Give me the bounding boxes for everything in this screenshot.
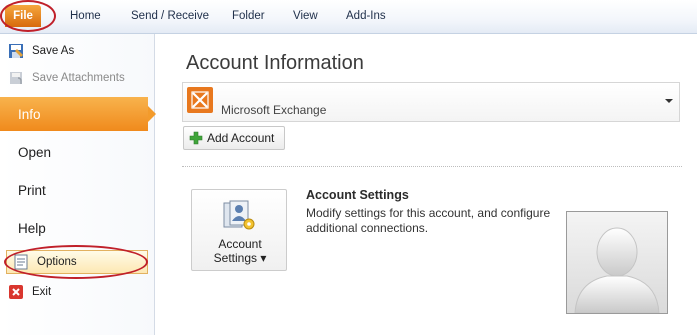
- account-selector[interactable]: Microsoft Exchange: [182, 82, 680, 122]
- account-settings-icon: [222, 200, 256, 232]
- nav-tab-print[interactable]: Print: [0, 173, 155, 207]
- nav-tab-info[interactable]: Info: [0, 97, 156, 131]
- nav-tab-help[interactable]: Help: [0, 211, 155, 245]
- account-settings-description: Modify settings for this account, and co…: [306, 206, 551, 235]
- account-selector-value: Microsoft Exchange: [221, 103, 327, 117]
- dropdown-arrow-icon[interactable]: [665, 99, 673, 103]
- add-account-label: Add Account: [207, 131, 275, 145]
- tab-send-receive[interactable]: Send / Receive: [131, 10, 209, 22]
- account-settings-button[interactable]: Account Settings ▾: [191, 189, 287, 271]
- add-account-button[interactable]: Add Account: [183, 126, 285, 150]
- account-settings-button-label-2: Settings ▾: [213, 251, 267, 265]
- profile-placeholder-icon: [574, 227, 660, 313]
- account-settings-heading: Account Settings: [306, 188, 409, 202]
- exit-command[interactable]: Exit: [0, 281, 155, 303]
- ribbon-tab-bar: File Home Send / Receive Folder View Add…: [0, 0, 697, 34]
- save-attachments-command[interactable]: Save Attachments: [0, 67, 155, 89]
- profile-photo: [566, 211, 668, 314]
- section-divider: [182, 166, 682, 167]
- page-title: Account Information: [186, 52, 364, 74]
- save-attachments-label: Save Attachments: [32, 72, 125, 84]
- tab-home[interactable]: Home: [70, 10, 101, 22]
- exit-label: Exit: [32, 286, 52, 298]
- nav-tab-open[interactable]: Open: [0, 135, 155, 169]
- save-attachments-icon: [8, 70, 24, 86]
- tab-file[interactable]: File: [5, 5, 41, 27]
- plus-icon: [189, 131, 203, 145]
- save-as-command[interactable]: Save As: [0, 40, 155, 62]
- tab-view[interactable]: View: [293, 10, 318, 22]
- options-icon: [13, 254, 29, 270]
- exchange-icon: [187, 87, 213, 113]
- exit-icon: [8, 284, 24, 300]
- tab-folder[interactable]: Folder: [232, 10, 265, 22]
- save-as-label: Save As: [32, 45, 75, 57]
- account-settings-button-label: Account: [218, 237, 262, 251]
- tab-add-ins[interactable]: Add-Ins: [346, 10, 386, 22]
- save-as-icon: [8, 43, 24, 59]
- options-command[interactable]: Options: [6, 250, 148, 274]
- options-label: Options: [37, 256, 77, 268]
